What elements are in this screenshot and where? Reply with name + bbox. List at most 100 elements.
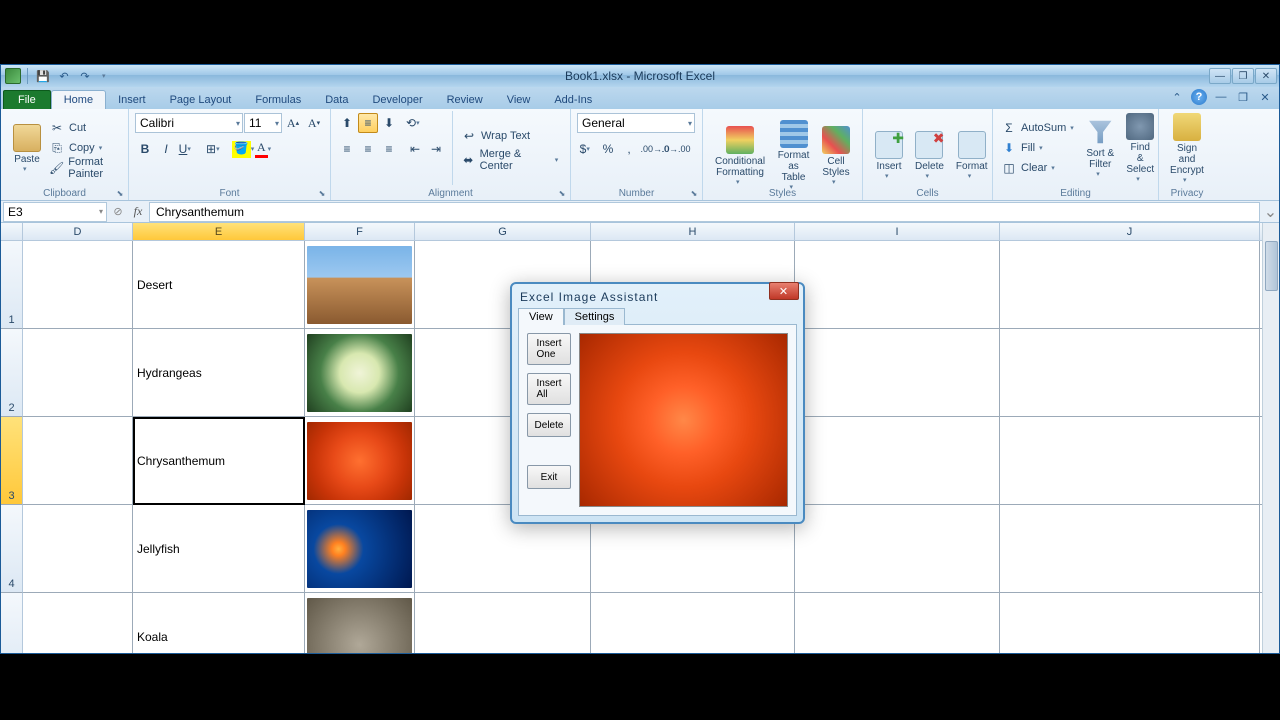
cell[interactable] xyxy=(1000,417,1260,505)
column-header[interactable]: G xyxy=(415,223,591,241)
row-header[interactable]: 4 xyxy=(1,505,23,593)
tab-formulas[interactable]: Formulas xyxy=(243,91,313,109)
format-painter-button[interactable]: 🖌Format Painter xyxy=(47,158,122,178)
select-all-corner[interactable] xyxy=(1,223,23,241)
column-header[interactable]: E xyxy=(133,223,305,241)
inserted-image[interactable] xyxy=(307,510,412,588)
orientation-icon[interactable]: ⟲▾ xyxy=(405,113,425,133)
wrap-text-button[interactable]: ↩Wrap Text xyxy=(459,126,564,146)
conditional-formatting-button[interactable]: Conditional Formatting▾ xyxy=(709,111,771,200)
percent-icon[interactable]: % xyxy=(598,139,618,159)
expand-formula-icon[interactable]: ⌄ xyxy=(1262,202,1279,222)
column-header[interactable]: F xyxy=(305,223,415,241)
cell[interactable] xyxy=(305,505,415,593)
insert-all-button[interactable]: Insert All xyxy=(527,373,571,405)
inserted-image[interactable] xyxy=(307,334,412,412)
font-launcher-icon[interactable]: ⬊ xyxy=(316,187,328,199)
font-color-button[interactable]: A▾ xyxy=(254,139,274,159)
tab-review[interactable]: Review xyxy=(435,91,495,109)
tab-view[interactable]: View xyxy=(495,91,543,109)
cell[interactable] xyxy=(305,417,415,505)
cell[interactable] xyxy=(795,505,1000,593)
tab-developer[interactable]: Developer xyxy=(360,91,434,109)
column-header[interactable]: H xyxy=(591,223,795,241)
cell-styles-button[interactable]: Cell Styles▾ xyxy=(816,111,856,200)
merge-center-button[interactable]: ⬌Merge & Center▾ xyxy=(459,150,564,170)
name-box[interactable]: E3 xyxy=(3,202,107,222)
cell[interactable] xyxy=(795,241,1000,329)
fx-icon[interactable]: fx xyxy=(127,204,149,219)
format-as-table-button[interactable]: Format as Table▾ xyxy=(771,111,816,200)
window-restore-icon[interactable]: ❐ xyxy=(1235,89,1251,105)
align-left-icon[interactable]: ≡ xyxy=(337,139,357,159)
cell[interactable] xyxy=(1000,505,1260,593)
cell[interactable] xyxy=(415,593,591,653)
formula-input[interactable]: Chrysanthemum xyxy=(149,202,1260,222)
dialog-title-bar[interactable]: Excel Image Assistant ✕ xyxy=(512,284,803,310)
dialog-tab-settings[interactable]: Settings xyxy=(564,308,626,325)
minimize-ribbon-icon[interactable]: ⌃ xyxy=(1169,89,1185,105)
qat-redo-icon[interactable]: ↷ xyxy=(76,67,94,85)
cell[interactable]: Hydrangeas xyxy=(133,329,305,417)
qat-save-icon[interactable]: 💾 xyxy=(34,67,52,85)
tab-home[interactable]: Home xyxy=(51,90,106,109)
fill-button[interactable]: ⬇Fill▾ xyxy=(999,138,1080,158)
cell[interactable] xyxy=(1000,241,1260,329)
inserted-image[interactable] xyxy=(307,598,412,654)
cell[interactable]: Koala xyxy=(133,593,305,653)
fill-color-button[interactable]: 🪣▾ xyxy=(233,139,253,159)
autosum-button[interactable]: ΣAutoSum▾ xyxy=(999,118,1080,138)
paste-button[interactable]: Paste▾ xyxy=(7,111,47,185)
tab-add-ins[interactable]: Add-Ins xyxy=(542,91,604,109)
accounting-icon[interactable]: $▾ xyxy=(577,139,597,159)
dialog-delete-button[interactable]: Delete xyxy=(527,413,571,437)
column-header[interactable]: D xyxy=(23,223,133,241)
window-close-icon[interactable]: ✕ xyxy=(1257,89,1273,105)
decrease-decimal-icon[interactable]: .0→.00 xyxy=(666,139,686,159)
number-launcher-icon[interactable]: ⬊ xyxy=(688,187,700,199)
align-right-icon[interactable]: ≡ xyxy=(379,139,399,159)
shrink-font-icon[interactable]: A▾ xyxy=(304,113,324,133)
window-min-icon[interactable]: — xyxy=(1213,89,1229,105)
column-header[interactable]: J xyxy=(1000,223,1260,241)
border-button[interactable]: ⊞▾ xyxy=(205,139,225,159)
cell[interactable]: Desert xyxy=(133,241,305,329)
inserted-image[interactable] xyxy=(307,422,412,500)
cut-button[interactable]: ✂Cut xyxy=(47,118,122,138)
font-name-combo[interactable]: Calibri xyxy=(135,113,243,133)
cell[interactable] xyxy=(305,329,415,417)
help-icon[interactable]: ? xyxy=(1191,89,1207,105)
cell[interactable] xyxy=(795,593,1000,653)
insert-one-button[interactable]: Insert One xyxy=(527,333,571,365)
sign-encrypt-button[interactable]: Sign and Encrypt▾ xyxy=(1165,111,1209,186)
row-header[interactable]: 1 xyxy=(1,241,23,329)
scrollbar-thumb[interactable] xyxy=(1265,241,1278,291)
restore-button[interactable]: ❐ xyxy=(1232,68,1254,84)
cancel-icon[interactable]: ⊘ xyxy=(109,205,127,218)
number-format-combo[interactable]: General xyxy=(577,113,695,133)
align-top-icon[interactable]: ⬆ xyxy=(337,113,357,133)
align-center-icon[interactable]: ≡ xyxy=(358,139,378,159)
sort-filter-button[interactable]: Sort & Filter▾ xyxy=(1080,111,1120,185)
cell[interactable] xyxy=(23,329,133,417)
row-header[interactable]: 3 xyxy=(1,417,23,505)
qat-undo-icon[interactable]: ↶ xyxy=(55,67,73,85)
increase-indent-icon[interactable]: ⇥ xyxy=(426,139,446,159)
close-button[interactable]: ✕ xyxy=(1255,68,1277,84)
delete-cells-button[interactable]: ✖Delete▾ xyxy=(909,111,950,200)
cell[interactable]: Jellyfish xyxy=(133,505,305,593)
vertical-scrollbar[interactable] xyxy=(1262,223,1279,653)
row-header[interactable]: 5 xyxy=(1,593,23,653)
inserted-image[interactable] xyxy=(307,246,412,324)
cell[interactable] xyxy=(23,241,133,329)
minimize-button[interactable]: — xyxy=(1209,68,1231,84)
decrease-indent-icon[interactable]: ⇤ xyxy=(405,139,425,159)
dialog-tab-view[interactable]: View xyxy=(518,308,564,325)
qat-customize-icon[interactable]: ▾ xyxy=(97,67,115,85)
cell[interactable] xyxy=(1000,329,1260,417)
cell[interactable] xyxy=(795,329,1000,417)
copy-button[interactable]: ⎘Copy▾ xyxy=(47,138,122,158)
align-middle-icon[interactable]: ≡ xyxy=(358,113,378,133)
cell[interactable] xyxy=(305,593,415,653)
cell[interactable] xyxy=(23,505,133,593)
